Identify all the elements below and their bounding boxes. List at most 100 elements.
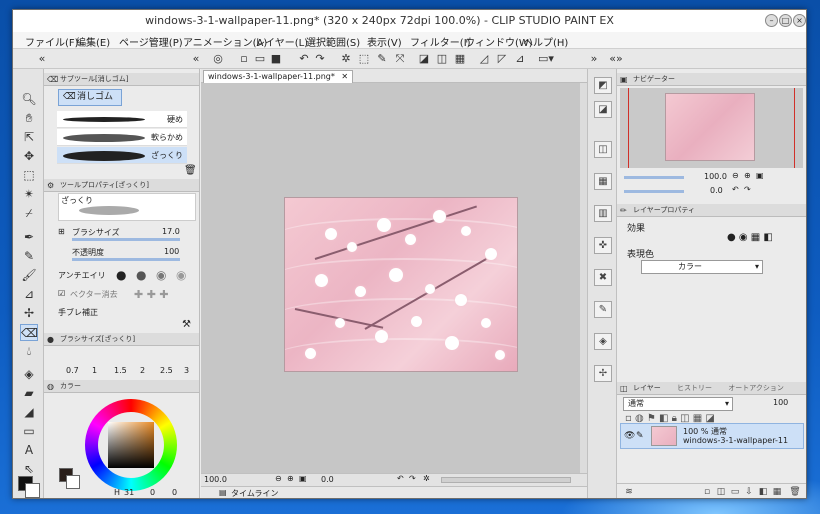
expression-color-select[interactable]: カラー ▾ [641,260,763,274]
vector-erase-checkbox[interactable]: ☑ [58,289,65,298]
material-icon-3[interactable]: ◫ [594,141,612,158]
navigator-zoom-value[interactable]: 100.0 [704,172,727,181]
collapse-right-icon-2[interactable]: «» [609,52,623,66]
fit-icon[interactable]: ▣ [299,474,307,483]
effect-options-icon[interactable]: ● ◉ ▦ ◧ [727,232,773,243]
size-preset-3[interactable]: 2 [140,366,145,375]
zoom-in-icon[interactable]: ⊕ [744,171,751,180]
angle-value[interactable]: 0.0 [321,475,334,484]
brush-tool-icon[interactable]: 🖌︎ [20,267,38,284]
menu-layer[interactable]: レイヤー(L) [255,34,308,49]
collapse-right-icon[interactable]: » [587,52,601,66]
brush-size-tab[interactable]: ● ブラシサイズ[ざっくり] [44,333,199,346]
redo-icon[interactable]: ↷ [313,52,327,66]
rotate-left-icon[interactable]: ↶ [397,474,404,483]
clip-studio-icon[interactable]: ◎ [211,52,225,66]
size-preset-5[interactable]: 3 [184,366,189,375]
material-icon-8[interactable]: ✎ [594,301,612,318]
transform-icon[interactable]: ⤧ [393,52,407,66]
operation-tool-icon[interactable]: ⇱ [20,129,38,146]
decoration-tool-icon[interactable]: ✢ [20,305,38,322]
brush-fill-icon[interactable]: ✎ [375,52,389,66]
save-icon[interactable]: ■ [269,52,283,66]
layer-row[interactable]: 👁︎ ✎ 100 % 通常 windows-3-1-wallpaper-11 [620,423,804,449]
ruler-icon-2[interactable]: ◸ [495,52,509,66]
antialias-mid-icon[interactable]: ◉ [156,268,166,282]
navigator-view[interactable] [620,88,803,168]
sub-color-swatch[interactable] [25,483,40,498]
airbrush-tool-icon[interactable]: ⊿ [20,286,38,303]
antialias-weak-icon[interactable]: ● [136,268,146,282]
auto-select-tool-icon[interactable]: ✴ [20,186,38,203]
merge-down-icon[interactable]: ⇩ [743,486,755,498]
select-all-icon[interactable]: ⬚ [357,52,371,66]
selection-tool-icon[interactable]: ⬚ [20,167,38,184]
pen-icon[interactable]: ✎ [636,431,644,441]
new-raster-layer-icon[interactable]: ▫ [701,486,713,498]
expand-icon[interactable]: ⊞ [58,227,65,236]
layer-property-tab[interactable]: ✏ レイヤープロパティ [617,204,806,217]
opacity-value[interactable]: 100 [164,247,179,256]
material-icon-7[interactable]: ✖ [594,269,612,286]
frame-tool-icon[interactable]: ▭ [20,423,38,440]
size-preset-4[interactable]: 2.5 [160,366,173,375]
open-file-icon[interactable]: ▭ [253,52,267,66]
figure-tool-icon[interactable]: ◢ [20,404,38,421]
size-preset-0[interactable]: 0.7 [66,366,79,375]
menu-page[interactable]: ページ管理(P) [119,34,183,49]
stabilize-row[interactable]: 手ブレ補正 [58,307,198,321]
ruler-icon-3[interactable]: ⊿ [513,52,527,66]
size-preset-1[interactable]: 1 [92,366,97,375]
mask-icon[interactable]: ◧ [757,486,769,498]
brush-item-rough[interactable]: ざっくり [57,147,187,164]
sub-tool-tab[interactable]: ⌫ サブツール[消しゴム] [44,73,199,86]
color-sub-swatch[interactable] [66,475,80,489]
brush-item-soft[interactable]: 軟らかめ [57,129,187,146]
eye-icon[interactable]: 👁︎ [624,431,635,441]
close-button[interactable]: × [793,14,806,27]
antialias-none-icon[interactable]: ● [116,268,126,282]
saturation-value[interactable]: 0 [150,488,155,497]
wrench-icon[interactable]: ⚒ [182,319,191,330]
collapse-left-icon[interactable]: « [35,52,49,66]
zoom-value[interactable]: 100.0 [204,475,227,484]
zoom-in-icon[interactable]: ⊕ [287,474,294,483]
antialias-strong-icon[interactable]: ◉ [176,268,186,282]
document-tab[interactable]: windows-3-1-wallpaper-11.png* ✕ [203,70,354,83]
selection-icon[interactable]: ✲ [339,52,353,66]
menu-file[interactable]: ファイル(F) [25,34,79,49]
rotate-right-icon[interactable]: ↷ [744,185,751,194]
canvas-horizontal-scrollbar[interactable] [441,477,571,483]
zoom-out-icon[interactable]: ⊖ [732,171,739,180]
new-file-icon[interactable]: ▫ [237,52,251,66]
menu-view[interactable]: 表示(V) [367,34,402,49]
ruler-icon[interactable]: ◿ [477,52,491,66]
menu-help[interactable]: ヘルプ(H) [523,34,568,49]
navigator-angle-value[interactable]: 0.0 [710,186,723,195]
layer-icon-3[interactable]: ▦ [453,52,467,66]
rotate-right-icon[interactable]: ↷ [409,474,416,483]
material-icon-6[interactable]: ✜ [594,237,612,254]
tool-property-tab[interactable]: ⚙ ツールプロパティ[ざっくり] [44,179,199,192]
eyedropper-tool-icon[interactable]: ⌿ [20,205,38,222]
menu-edit[interactable]: 編集(E) [76,34,110,49]
material-icon-9[interactable]: ◈ [594,333,612,350]
material-icon-4[interactable]: ▦ [594,173,612,190]
new-folder-icon[interactable]: ▭ [729,486,741,498]
history-tab-label[interactable]: ヒストリー [677,384,712,392]
vector-erase-options-icon[interactable]: ✚ ✚ ✚ [134,288,169,301]
minimize-button[interactable]: – [765,14,778,27]
brush-item-hard[interactable]: 硬め [57,111,187,128]
pen-tool-icon[interactable]: ✒ [20,229,38,246]
color-wheel[interactable] [85,399,177,491]
monitor-dropdown-icon[interactable]: ▭▾ [535,52,557,66]
menu-filter[interactable]: フィルター(I) [410,34,471,49]
vector-erase-row[interactable]: ☑ ベクター消去 ✚ ✚ ✚ [58,288,198,303]
zoom-tool-icon[interactable]: 🔍︎ [20,91,38,108]
hand-tool-icon[interactable]: ✋︎ [20,110,38,127]
undo-icon[interactable]: ↶ [297,52,311,66]
material-icon-5[interactable]: ▥ [594,205,612,222]
canvas-vertical-scrollbar[interactable] [580,83,587,473]
duplicate-icon[interactable]: ▦ [771,486,783,498]
text-tool-icon[interactable]: A [20,442,38,459]
